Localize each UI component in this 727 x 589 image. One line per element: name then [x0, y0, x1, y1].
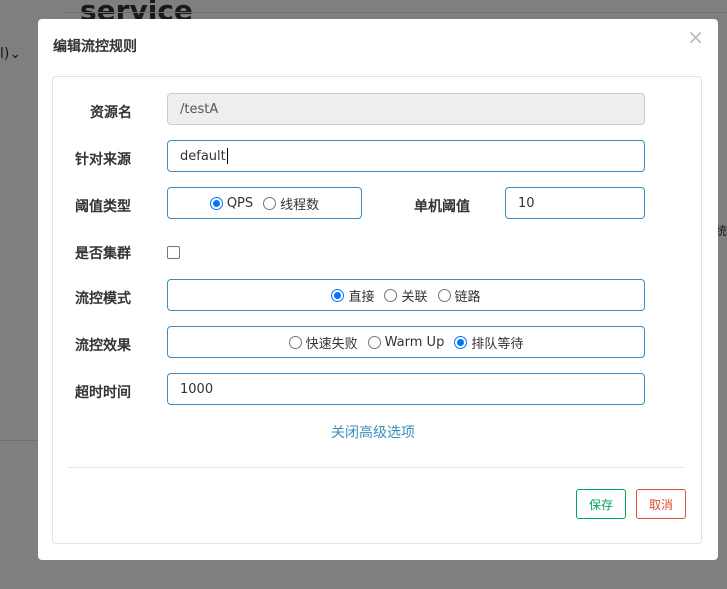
flow-mode-label: 流控模式: [75, 291, 131, 307]
radio-related-label: 关联: [401, 289, 428, 305]
radio-warm-up[interactable]: Warm Up: [367, 334, 445, 350]
radio-checked-icon[interactable]: [454, 335, 468, 349]
single-threshold-label: 单机阈值: [414, 199, 470, 215]
cancel-button[interactable]: 取消: [636, 489, 686, 519]
cluster-label: 是否集群: [75, 246, 131, 262]
radio-unchecked-icon[interactable]: [437, 288, 451, 302]
timeout-input[interactable]: 1000: [167, 373, 645, 405]
edit-flow-rule-dialog: 编辑流控规则 × 资源名 /testA 针对来源 default 阈值类型 QP…: [38, 19, 718, 560]
radio-fast-fail-label: 快速失败: [305, 336, 358, 352]
text-cursor: [226, 148, 228, 164]
radio-unchecked-icon[interactable]: [367, 335, 381, 349]
radio-unchecked-icon[interactable]: [288, 335, 302, 349]
radio-queue-wait-label: 排队等待: [471, 336, 524, 352]
resource-name-label: 资源名: [90, 105, 132, 121]
toggle-advanced-options-link[interactable]: 关闭高级选项: [331, 422, 415, 442]
source-input[interactable]: default: [167, 140, 645, 172]
threshold-type-label: 阈值类型: [75, 199, 131, 215]
radio-chain-label: 链路: [454, 289, 481, 305]
radio-checked-icon[interactable]: [331, 288, 345, 302]
threshold-type-radio-group: QPS 线程数: [167, 187, 362, 219]
dialog-title: 编辑流控规则: [53, 39, 137, 55]
radio-checked-icon[interactable]: [209, 196, 223, 210]
resource-name-value: /testA: [180, 101, 219, 117]
radio-thread-count[interactable]: 线程数: [263, 194, 319, 213]
flow-mode-radio-group: 直接 关联 链路: [167, 279, 645, 311]
radio-related[interactable]: 关联: [384, 286, 428, 305]
radio-direct-label: 直接: [348, 289, 375, 305]
save-button[interactable]: 保存: [576, 489, 626, 519]
footer-divider: [68, 467, 685, 468]
radio-unchecked-icon[interactable]: [384, 288, 398, 302]
radio-qps[interactable]: QPS: [209, 195, 254, 211]
radio-thread-count-label: 线程数: [280, 197, 320, 213]
radio-direct[interactable]: 直接: [331, 286, 374, 305]
radio-warm-up-label: Warm Up: [384, 334, 445, 350]
cluster-checkbox[interactable]: [167, 246, 180, 259]
flow-effect-label: 流控效果: [75, 338, 131, 354]
radio-chain[interactable]: 链路: [437, 286, 481, 305]
timeout-label: 超时时间: [75, 385, 131, 401]
radio-qps-label: QPS: [226, 195, 254, 211]
flow-effect-radio-group: 快速失败 Warm Up 排队等待: [167, 326, 645, 358]
source-label: 针对来源: [75, 152, 131, 168]
resource-name-input: /testA: [167, 93, 645, 125]
single-threshold-value: 10: [518, 195, 535, 211]
timeout-value: 1000: [180, 381, 214, 397]
close-icon[interactable]: ×: [687, 25, 704, 49]
radio-fast-fail[interactable]: 快速失败: [288, 333, 358, 352]
radio-queue-wait[interactable]: 排队等待: [454, 333, 523, 352]
source-value: default: [180, 148, 226, 164]
radio-unchecked-icon[interactable]: [263, 196, 277, 210]
single-threshold-input[interactable]: 10: [505, 187, 645, 219]
